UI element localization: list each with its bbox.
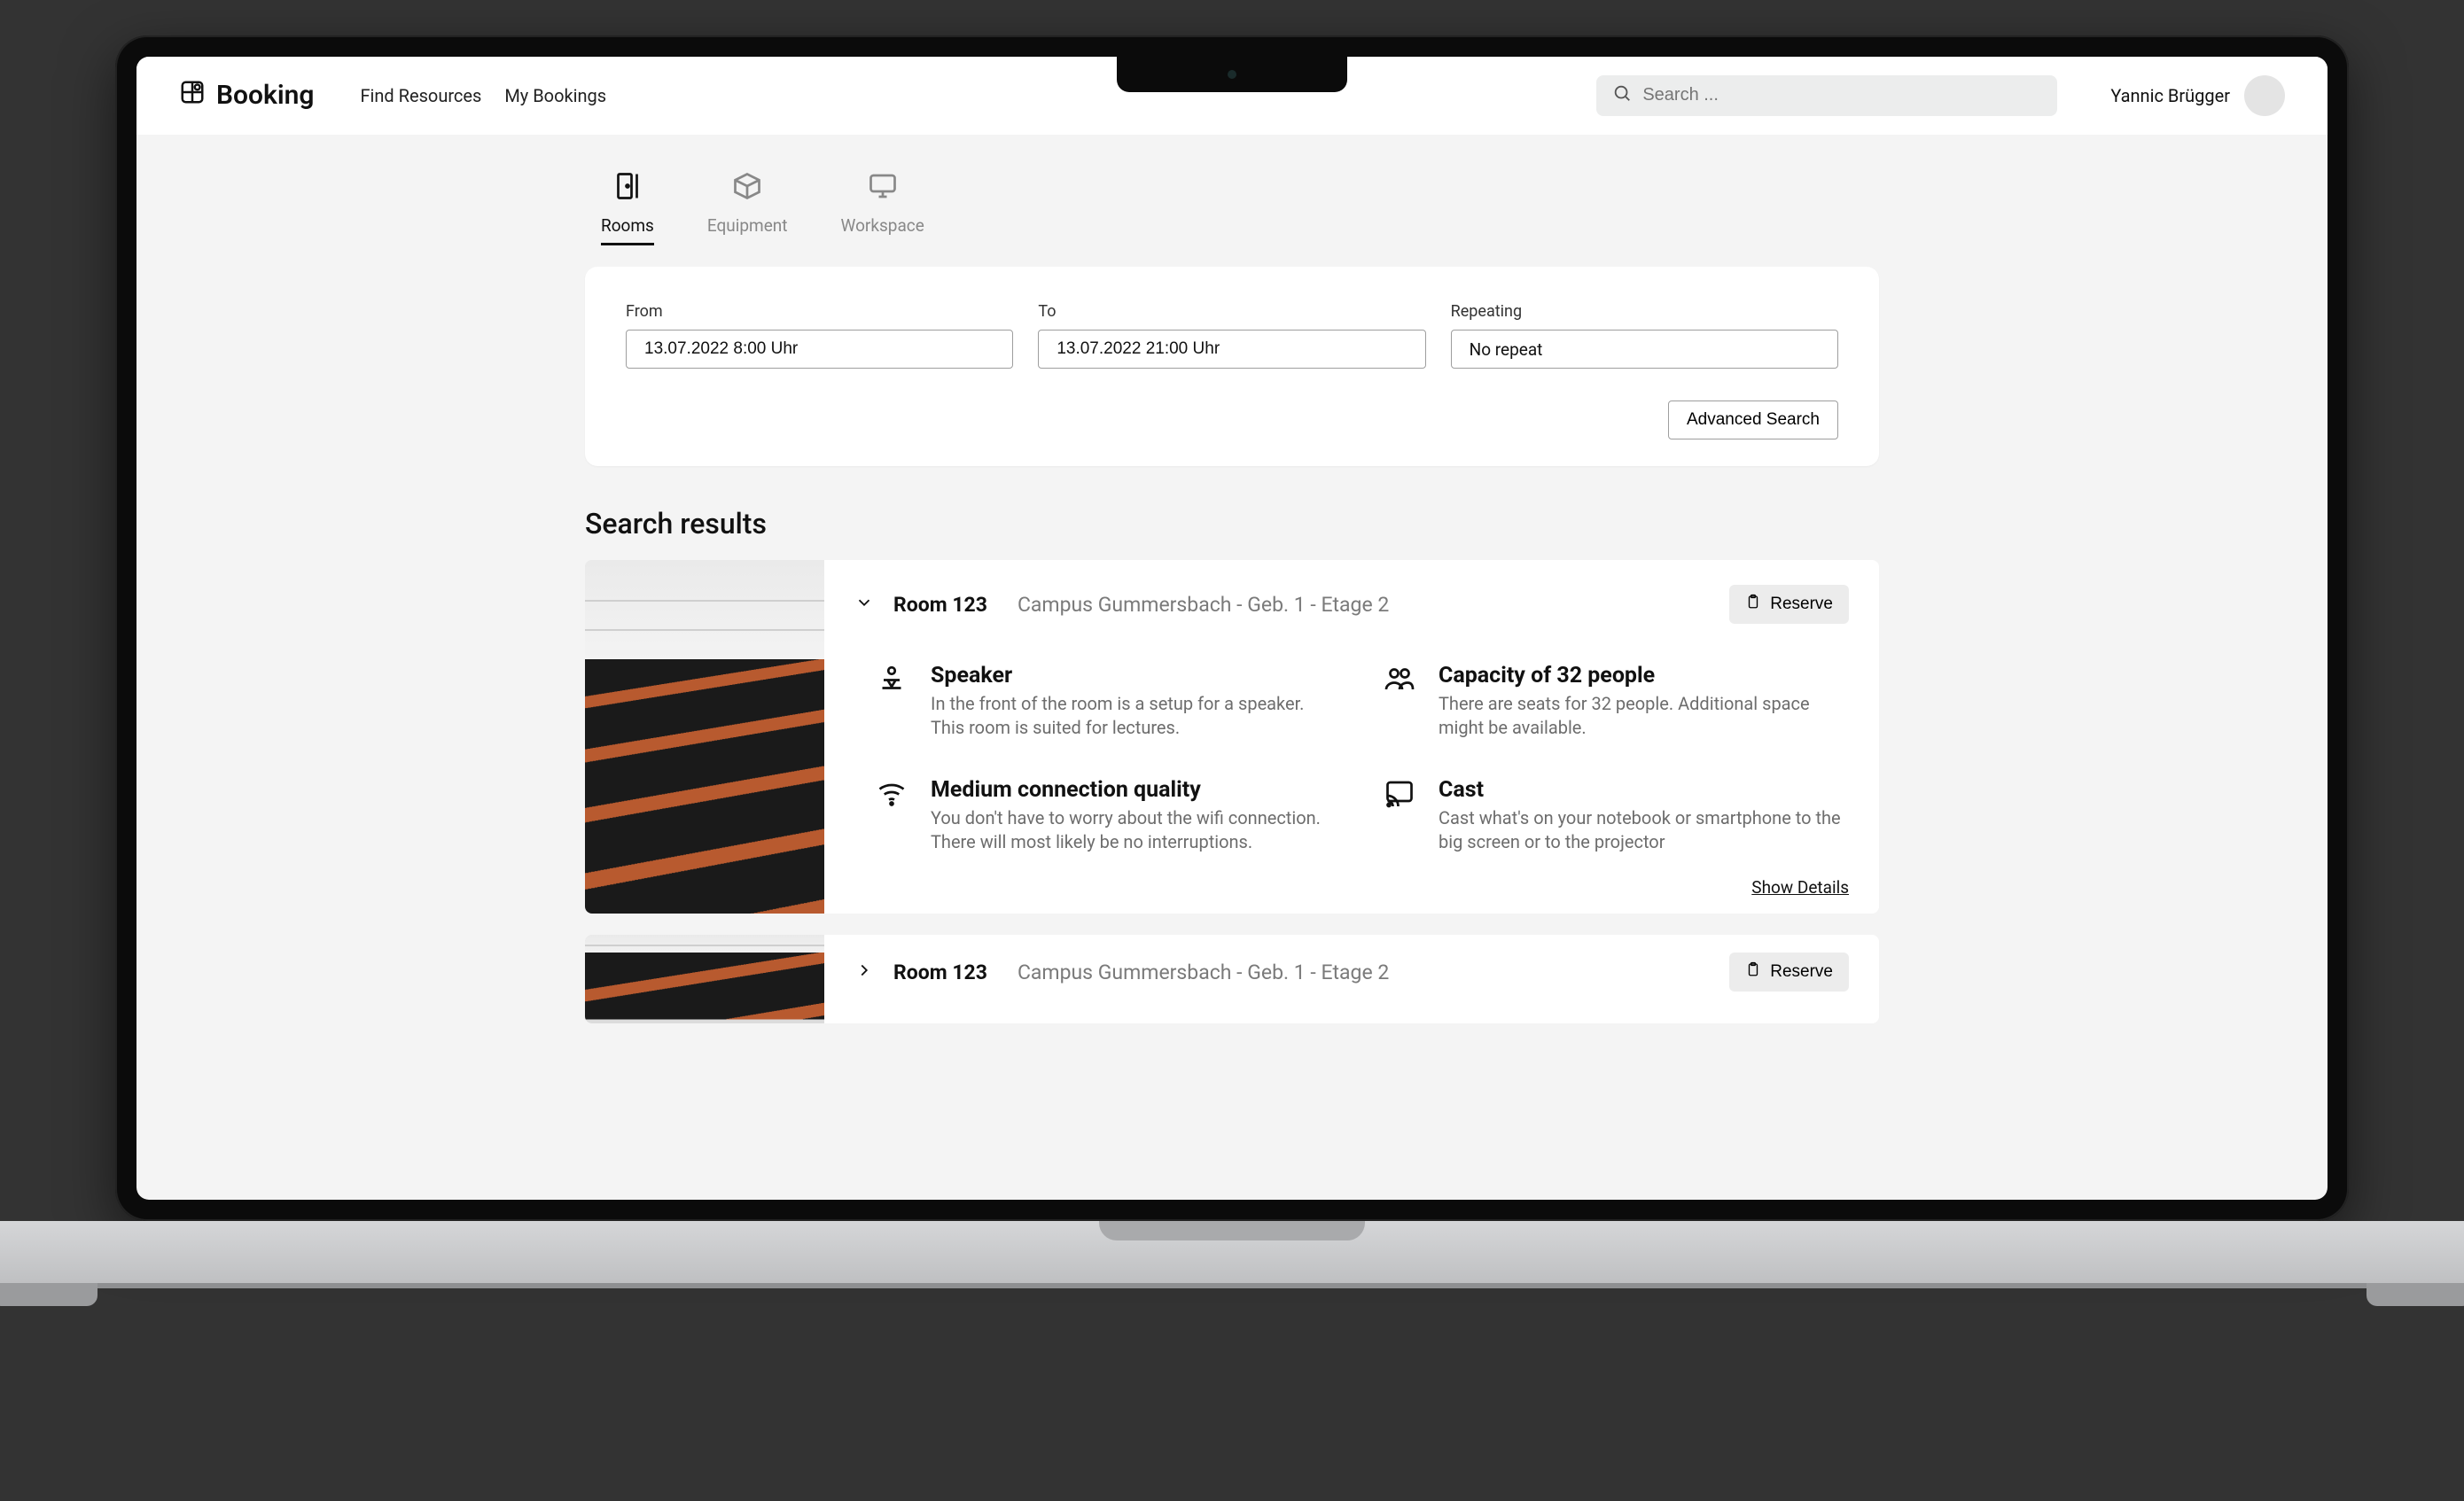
repeat-label: Repeating (1451, 302, 1838, 321)
feature-title: Speaker (931, 663, 1341, 688)
search-input[interactable] (1642, 85, 2041, 105)
tab-workspace[interactable]: Workspace (841, 170, 924, 245)
field-from: From (626, 302, 1013, 369)
repeat-value: No repeat (1470, 339, 1543, 360)
avatar[interactable] (2244, 75, 2285, 116)
clipboard-icon (1745, 594, 1761, 615)
tab-label: Workspace (841, 215, 924, 236)
door-icon (612, 170, 643, 206)
room-thumbnail (585, 935, 824, 1023)
card-head: Room 123 Campus Gummersbach - Geb. 1 - E… (854, 953, 1849, 992)
laptop-base (0, 1221, 2464, 1283)
feature-people: Capacity of 32 people There are seats fo… (1384, 663, 1849, 740)
filter-panel: From To Repeating N (585, 267, 1879, 466)
laptop-mock: Booking Find Resources My Bookings (115, 35, 2349, 1283)
monitor-icon (867, 170, 899, 206)
from-label: From (626, 302, 1013, 321)
reserve-button[interactable]: Reserve (1729, 953, 1849, 992)
tab-rooms[interactable]: Rooms (601, 170, 654, 245)
advanced-search-button[interactable]: Advanced Search (1668, 401, 1838, 439)
feature-desc: You don't have to worry about the wifi c… (931, 806, 1341, 854)
speaker-icon (876, 663, 908, 740)
feature-title: Medium connection quality (931, 777, 1341, 803)
feature-speaker: Speaker In the front of the room is a se… (876, 663, 1341, 740)
feature-desc: In the front of the room is a setup for … (931, 692, 1341, 740)
feature-title: Capacity of 32 people (1439, 663, 1849, 688)
tab-label: Equipment (707, 215, 788, 236)
screen-bezel: Booking Find Resources My Bookings (115, 35, 2349, 1221)
clipboard-icon (1745, 961, 1761, 983)
room-location: Campus Gummersbach - Geb. 1 - Etage 2 (1018, 593, 1389, 617)
reserve-label: Reserve (1770, 595, 1833, 614)
expand-toggle[interactable] (854, 593, 874, 616)
room-location: Campus Gummersbach - Geb. 1 - Etage 2 (1018, 960, 1389, 984)
cast-icon (1384, 777, 1415, 854)
notch (1117, 57, 1347, 92)
from-input[interactable] (626, 330, 1013, 369)
page-container: Rooms Equipment (585, 170, 1879, 1023)
results-list: Room 123 Campus Gummersbach - Geb. 1 - E… (585, 560, 1879, 1023)
room-name: Room 123 (893, 960, 987, 984)
wifi-icon (876, 777, 908, 854)
logo-icon (179, 79, 206, 113)
card-body: Room 123 Campus Gummersbach - Geb. 1 - E… (824, 935, 1879, 1023)
room-name: Room 123 (893, 593, 987, 617)
feature-grid: Speaker In the front of the room is a se… (876, 663, 1849, 854)
card-head: Room 123 Campus Gummersbach - Geb. 1 - E… (854, 585, 1849, 624)
box-icon (731, 170, 763, 206)
global-search[interactable] (1596, 75, 2057, 116)
feature-title: Cast (1439, 777, 1849, 803)
show-details-link[interactable]: Show Details (1751, 877, 1849, 898)
results-heading: Search results (585, 507, 1879, 541)
app-root: Booking Find Resources My Bookings (136, 57, 2328, 1200)
card-body: Room 123 Campus Gummersbach - Geb. 1 - E… (824, 560, 1879, 914)
expand-toggle[interactable] (854, 960, 874, 984)
repeat-select[interactable]: No repeat (1451, 330, 1838, 369)
resource-tabs: Rooms Equipment (585, 170, 1879, 267)
user-name: Yannic Brügger (2110, 85, 2230, 106)
page-scroll[interactable]: Rooms Equipment (136, 135, 2328, 1200)
nav-links: Find Resources My Bookings (360, 85, 606, 106)
feature-cast: Cast Cast what's on your notebook or sma… (1384, 777, 1849, 854)
brand[interactable]: Booking (179, 79, 314, 113)
tab-label: Rooms (601, 215, 654, 236)
tab-equipment[interactable]: Equipment (707, 170, 788, 245)
result-card: Room 123 Campus Gummersbach - Geb. 1 - E… (585, 560, 1879, 914)
field-repeating: Repeating No repeat (1451, 302, 1838, 369)
people-icon (1384, 663, 1415, 740)
to-label: To (1038, 302, 1425, 321)
nav-my-bookings[interactable]: My Bookings (504, 85, 606, 106)
user-menu[interactable]: Yannic Brügger (2110, 75, 2285, 116)
reserve-button[interactable]: Reserve (1729, 585, 1849, 624)
filter-fields: From To Repeating N (626, 302, 1838, 369)
nav-find-resources[interactable]: Find Resources (360, 85, 481, 106)
reserve-label: Reserve (1770, 962, 1833, 982)
room-thumbnail (585, 560, 824, 914)
result-card: Room 123 Campus Gummersbach - Geb. 1 - E… (585, 935, 1879, 1023)
panel-actions: Advanced Search (626, 401, 1838, 439)
field-to: To (1038, 302, 1425, 369)
brand-text: Booking (216, 80, 314, 111)
search-icon (1612, 83, 1632, 107)
feature-wifi: Medium connection quality You don't have… (876, 777, 1341, 854)
screen: Booking Find Resources My Bookings (136, 57, 2328, 1200)
feature-desc: Cast what's on your notebook or smartpho… (1439, 806, 1849, 854)
feature-desc: There are seats for 32 people. Additiona… (1439, 692, 1849, 740)
to-input[interactable] (1038, 330, 1425, 369)
